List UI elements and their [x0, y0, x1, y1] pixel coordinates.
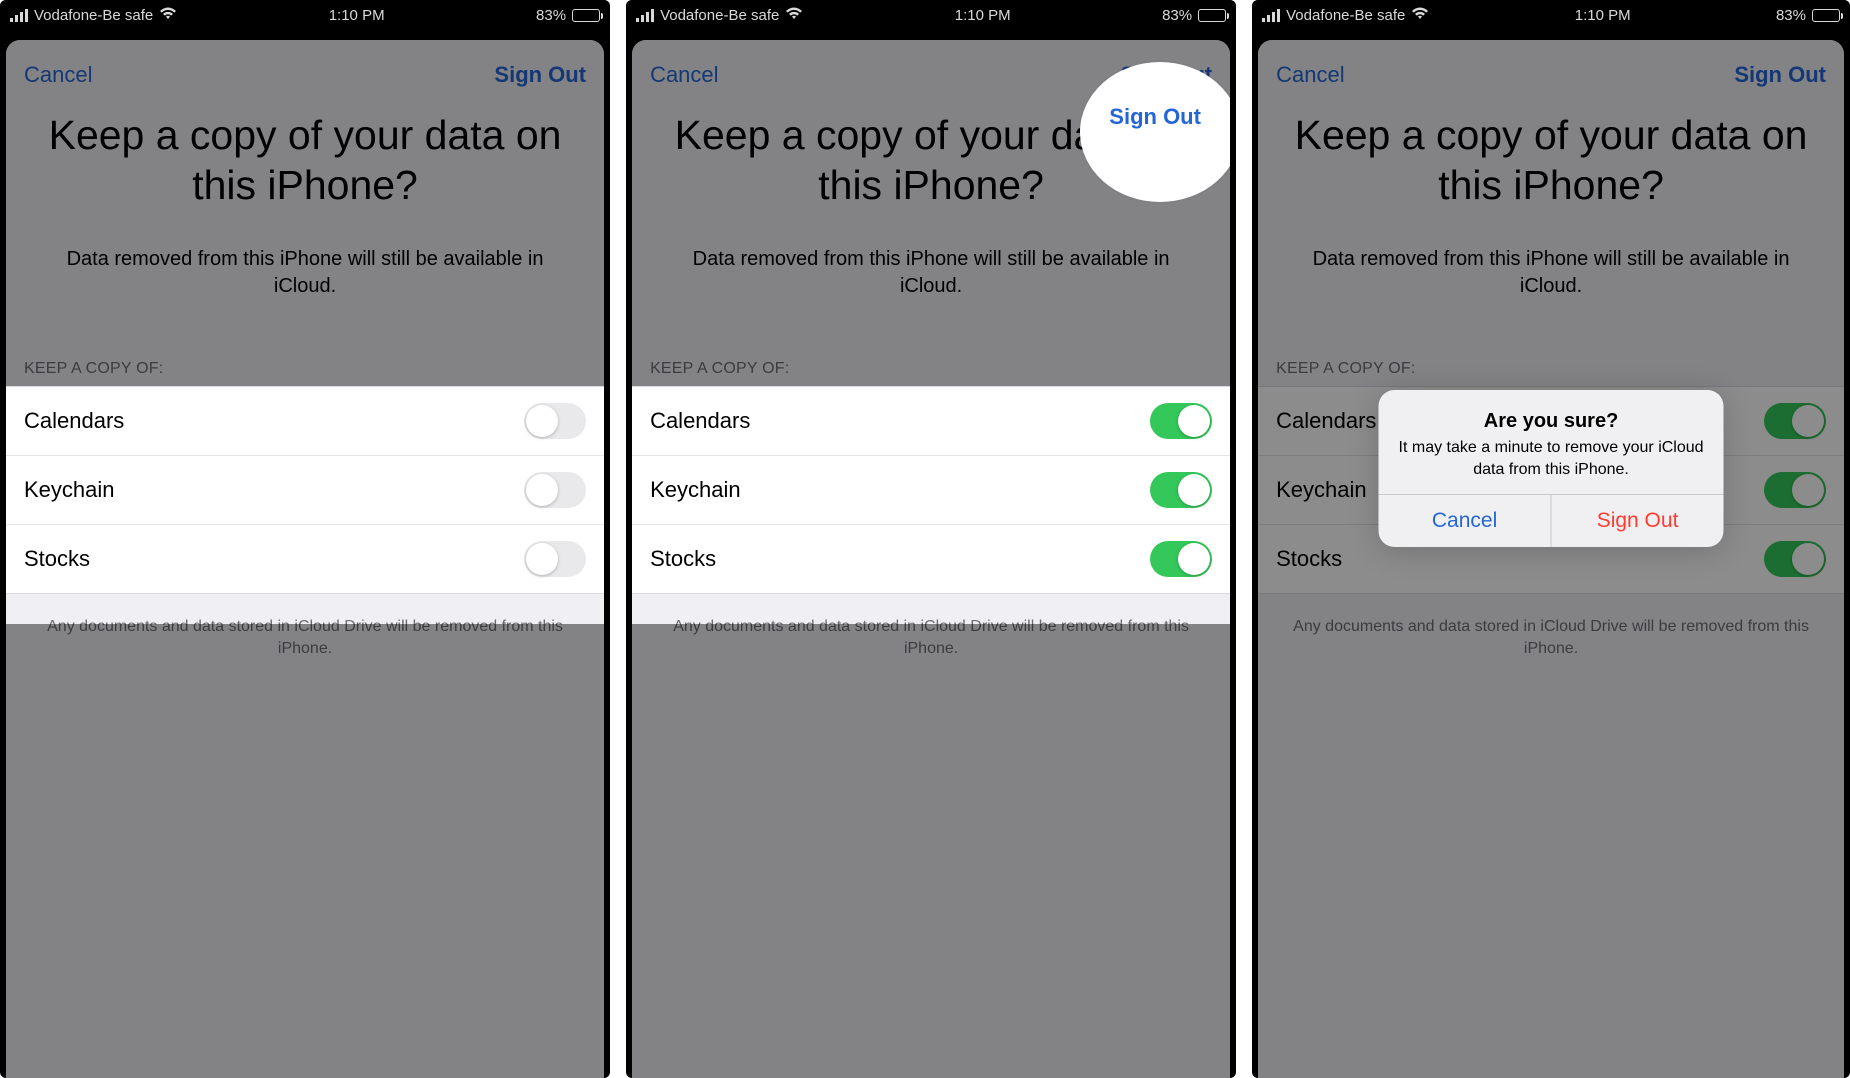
toggle-calendars[interactable] — [1150, 403, 1212, 439]
footer-note: Any documents and data stored in iCloud … — [6, 594, 604, 683]
clock: 1:10 PM — [1575, 7, 1631, 24]
list-item-label: Calendars — [1276, 408, 1376, 434]
dim-bottom — [632, 624, 1230, 1078]
status-bar: Vodafone-Be safe 1:10 PM 83% — [626, 0, 1236, 30]
nav-bar: Cancel Sign Out — [6, 40, 604, 96]
list-item-calendars: Calendars — [6, 387, 604, 456]
toggle-keychain[interactable] — [1764, 472, 1826, 508]
alert-title: Are you sure? — [1397, 410, 1706, 433]
keep-copy-list: Calendars Keychain Stocks — [632, 386, 1230, 594]
list-item-label: Stocks — [650, 546, 716, 572]
list-item-stocks: Stocks — [6, 525, 604, 593]
list-item-label: Keychain — [1276, 477, 1367, 503]
cellular-signal-icon — [636, 9, 654, 22]
alert-sign-out-button[interactable]: Sign Out — [1551, 495, 1724, 547]
page-title: Keep a copy of your data on this iPhone? — [1258, 96, 1844, 238]
battery-icon — [572, 9, 600, 22]
list-item-label: Calendars — [650, 408, 750, 434]
cancel-button[interactable]: Cancel — [650, 62, 718, 88]
wifi-icon — [159, 7, 177, 24]
cancel-button[interactable]: Cancel — [1276, 62, 1344, 88]
modal-sheet: Cancel Sign Out Keep a copy of your data… — [6, 40, 604, 1078]
dim-bottom — [6, 624, 604, 1078]
toggle-stocks[interactable] — [1150, 541, 1212, 577]
screenshot-2: Vodafone-Be safe 1:10 PM 83% Cancel Sign… — [626, 0, 1236, 1078]
list-item-keychain: Keychain — [6, 456, 604, 525]
carrier-label: Vodafone-Be safe — [1286, 7, 1405, 24]
clock: 1:10 PM — [955, 7, 1011, 24]
list-item-label: Stocks — [1276, 546, 1342, 572]
clock: 1:10 PM — [329, 7, 385, 24]
section-header: KEEP A COPY OF: — [632, 350, 1230, 386]
sign-out-highlight: Sign Out — [1080, 62, 1230, 202]
cellular-signal-icon — [10, 9, 28, 22]
section-header: KEEP A COPY OF: — [1258, 350, 1844, 386]
modal-sheet: Cancel Sign Out Keep a copy of your data… — [632, 40, 1230, 1078]
list-item-keychain: Keychain — [632, 456, 1230, 525]
toggle-keychain[interactable] — [524, 472, 586, 508]
battery-percent: 83% — [536, 7, 566, 24]
list-item-label: Calendars — [24, 408, 124, 434]
confirmation-alert: Are you sure? It may take a minute to re… — [1379, 390, 1724, 547]
battery-percent: 83% — [1776, 7, 1806, 24]
battery-percent: 83% — [1162, 7, 1192, 24]
alert-message: It may take a minute to remove your iClo… — [1397, 437, 1706, 480]
toggle-stocks[interactable] — [524, 541, 586, 577]
list-item-stocks: Stocks — [632, 525, 1230, 593]
screenshot-3: Vodafone-Be safe 1:10 PM 83% Cancel Sign… — [1252, 0, 1850, 1078]
sign-out-button[interactable]: Sign Out — [494, 62, 586, 88]
footer-note: Any documents and data stored in iCloud … — [632, 594, 1230, 683]
toggle-stocks[interactable] — [1764, 541, 1826, 577]
list-item-calendars: Calendars — [632, 387, 1230, 456]
list-item-label: Stocks — [24, 546, 90, 572]
screenshot-1: Vodafone-Be safe 1:10 PM 83% Cancel Sign… — [0, 0, 610, 1078]
nav-bar: Cancel Sign Out — [1258, 40, 1844, 96]
wifi-icon — [785, 7, 803, 24]
status-bar: Vodafone-Be safe 1:10 PM 83% — [0, 0, 610, 30]
cellular-signal-icon — [1262, 9, 1280, 22]
section-header: KEEP A COPY OF: — [6, 350, 604, 386]
wifi-icon — [1411, 7, 1429, 24]
toggle-calendars[interactable] — [524, 403, 586, 439]
keep-copy-list: Calendars Keychain Stocks — [6, 386, 604, 594]
status-bar: Vodafone-Be safe 1:10 PM 83% — [1252, 0, 1850, 30]
page-subtitle: Data removed from this iPhone will still… — [6, 238, 604, 350]
alert-cancel-button[interactable]: Cancel — [1379, 495, 1551, 547]
sign-out-button-highlighted[interactable]: Sign Out — [1109, 104, 1201, 130]
battery-icon — [1198, 9, 1226, 22]
toggle-keychain[interactable] — [1150, 472, 1212, 508]
page-subtitle: Data removed from this iPhone will still… — [1258, 238, 1844, 350]
sign-out-button[interactable]: Sign Out — [1734, 62, 1826, 88]
carrier-label: Vodafone-Be safe — [660, 7, 779, 24]
footer-note: Any documents and data stored in iCloud … — [1258, 594, 1844, 683]
carrier-label: Vodafone-Be safe — [34, 7, 153, 24]
page-title: Keep a copy of your data on this iPhone? — [6, 96, 604, 238]
list-item-label: Keychain — [650, 477, 741, 503]
page-subtitle: Data removed from this iPhone will still… — [632, 238, 1230, 350]
cancel-button[interactable]: Cancel — [24, 62, 92, 88]
toggle-calendars[interactable] — [1764, 403, 1826, 439]
battery-icon — [1812, 9, 1840, 22]
modal-sheet: Cancel Sign Out Keep a copy of your data… — [1258, 40, 1844, 1078]
list-item-label: Keychain — [24, 477, 115, 503]
